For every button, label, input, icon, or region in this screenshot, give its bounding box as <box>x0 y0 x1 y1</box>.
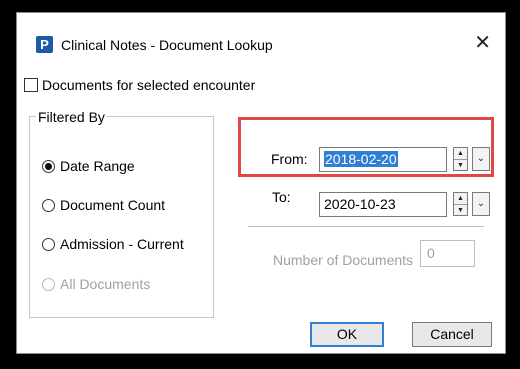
spin-down-icon[interactable]: ▼ <box>454 159 467 171</box>
to-date-dropdown-icon[interactable]: ⌄ <box>472 192 490 216</box>
radio-button[interactable] <box>42 159 55 173</box>
encounter-checkbox-row[interactable]: Documents for selected encounter <box>24 77 255 93</box>
radio-label: All Documents <box>60 276 151 292</box>
radio-button <box>42 277 55 291</box>
cancel-button[interactable]: Cancel <box>412 322 492 347</box>
encounter-checkbox[interactable] <box>24 78 38 92</box>
from-date-dropdown-icon[interactable]: ⌄ <box>472 147 490 171</box>
radio-button[interactable] <box>42 198 55 212</box>
radio-document-count[interactable]: Document Count <box>42 197 165 213</box>
ok-button[interactable]: OK <box>310 322 384 347</box>
spin-down-icon[interactable]: ▼ <box>454 204 467 216</box>
title-bar: P Clinical Notes - Document Lookup ✕ <box>17 13 505 59</box>
encounter-checkbox-label: Documents for selected encounter <box>42 77 256 93</box>
filtered-by-label: Filtered By <box>36 109 107 125</box>
radio-label: Admission - Current <box>60 236 184 252</box>
radio-date-range[interactable]: Date Range <box>42 158 135 174</box>
radio-button[interactable] <box>42 237 55 251</box>
close-icon[interactable]: ✕ <box>474 33 491 53</box>
to-date-spinner[interactable]: ▲ ▼ <box>453 192 468 216</box>
radio-admission-current[interactable]: Admission - Current <box>42 236 184 252</box>
to-date-input[interactable]: 2020-10-23 <box>319 192 447 217</box>
from-date-spinner[interactable]: ▲ ▼ <box>453 147 468 171</box>
spin-up-icon[interactable]: ▲ <box>454 148 467 159</box>
window-title: Clinical Notes - Document Lookup <box>61 37 273 53</box>
document-count-input: 0 <box>420 240 475 267</box>
radio-label: Document Count <box>60 197 166 213</box>
radio-all-documents: All Documents <box>42 276 150 292</box>
section-divider <box>248 226 484 227</box>
app-p-icon: P <box>36 36 53 53</box>
from-date-input[interactable]: 2018-02-20 <box>319 147 447 172</box>
from-label: From: <box>271 151 308 167</box>
spin-up-icon[interactable]: ▲ <box>454 193 467 204</box>
document-count-label: Number of Documents <box>273 252 414 268</box>
from-date-value: 2018-02-20 <box>324 151 398 167</box>
to-label: To: <box>272 189 291 205</box>
radio-label: Date Range <box>60 158 135 174</box>
to-date-value: 2020-10-23 <box>324 196 396 212</box>
